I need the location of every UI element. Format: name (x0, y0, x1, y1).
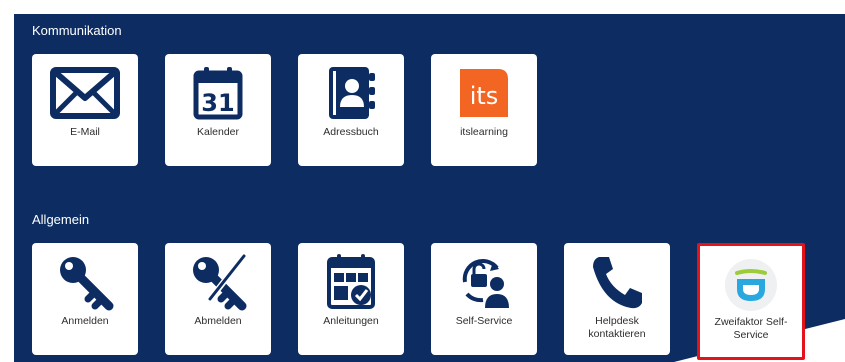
tile-helpdesk-label: Helpdesk kontaktieren (588, 315, 646, 340)
key-icon (32, 253, 138, 311)
tile-self-service-label: Self-Service (455, 315, 513, 327)
tile-itslearning[interactable]: its itslearning (431, 54, 537, 166)
tile-email-label: E-Mail (70, 126, 100, 138)
tile-email[interactable]: E-Mail (32, 54, 138, 166)
address-book-icon (298, 64, 404, 122)
tile-zweifaktor-label: Zweifaktor Self-Service (714, 316, 788, 341)
self-service-icon (431, 253, 537, 311)
tile-anmelden[interactable]: Anmelden (32, 243, 138, 355)
section-title-allgemein: Allgemein (32, 212, 90, 227)
two-factor-icon (700, 256, 802, 314)
tile-helpdesk[interactable]: Helpdesk kontaktieren (564, 243, 670, 355)
tile-self-service[interactable]: Self-Service (431, 243, 537, 355)
calendar-icon: 31 (165, 64, 271, 122)
itslearning-logo-icon: its (431, 64, 537, 122)
tile-anleitungen[interactable]: Anleitungen (298, 243, 404, 355)
tile-kalender[interactable]: 31 Kalender (165, 54, 271, 166)
key-crossed-icon (165, 253, 271, 311)
tile-zweifaktor-self-service[interactable]: Zweifaktor Self-Service (697, 243, 805, 360)
svg-text:31: 31 (201, 89, 234, 117)
tile-itslearning-label: itslearning (460, 126, 508, 138)
envelope-icon (32, 64, 138, 122)
tile-abmelden[interactable]: Abmelden (165, 243, 271, 355)
app-launcher-panel: Kommunikation E-Mail 31 Kalender Adressb… (14, 14, 845, 362)
tile-adressbuch-label: Adressbuch (323, 126, 379, 138)
tile-kalender-label: Kalender (196, 126, 240, 138)
tile-adressbuch[interactable]: Adressbuch (298, 54, 404, 166)
section-title-kommunikation: Kommunikation (32, 23, 122, 38)
phone-icon (564, 253, 670, 311)
svg-text:its: its (470, 82, 499, 110)
tile-anmelden-label: Anmelden (61, 315, 109, 327)
guide-icon (298, 253, 404, 311)
tile-abmelden-label: Abmelden (194, 315, 242, 327)
tile-anleitungen-label: Anleitungen (323, 315, 379, 327)
